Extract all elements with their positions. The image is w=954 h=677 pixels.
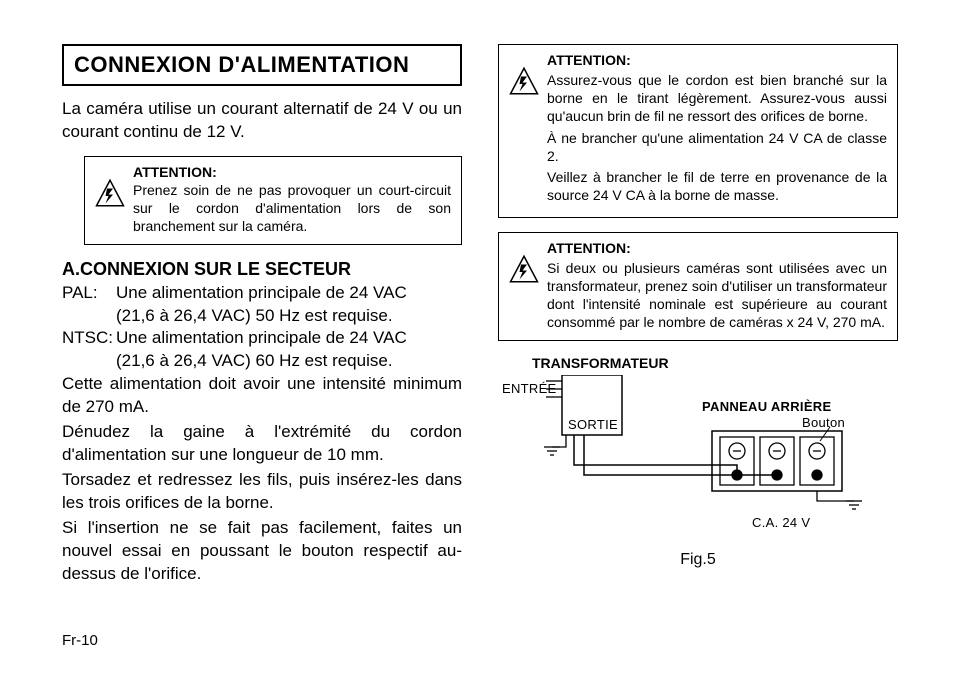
attention-box-1: ATTENTION: Prenez soin de ne pas provoqu…	[84, 156, 462, 245]
left-column: CONNEXION D'ALIMENTATION La caméra utili…	[62, 44, 468, 622]
ntsc-line2: (21,6 à 26,4 VAC) 60 Hz est requise.	[62, 350, 462, 373]
section-a-p2: Dénudez la gaine à l'extrémité du cordon…	[62, 421, 462, 467]
attention-heading: ATTENTION:	[133, 164, 451, 180]
columns: CONNEXION D'ALIMENTATION La caméra utili…	[62, 44, 898, 622]
pal-label: PAL:	[62, 282, 116, 305]
page: CONNEXION D'ALIMENTATION La caméra utili…	[0, 0, 954, 677]
label-sortie: SORTIE	[568, 417, 618, 432]
label-ca24v: C.A. 24 V	[752, 515, 810, 530]
attention-content: ATTENTION: Si deux ou plusieurs caméras …	[547, 240, 887, 332]
attention3-text: Si deux ou plusieurs caméras sont utilis…	[547, 260, 887, 332]
pal-line1: Une alimentation principale de 24 VAC	[116, 282, 407, 305]
attention2-line1: Assurez-vous que le cordon est bien bran…	[547, 72, 887, 126]
attention-box-3: ATTENTION: Si deux ou plusieurs caméras …	[498, 232, 898, 341]
pal-line2: (21,6 à 26,4 VAC) 50 Hz est requise.	[62, 305, 462, 328]
attention-content: ATTENTION: Prenez soin de ne pas provoqu…	[133, 164, 451, 236]
label-entree: ENTRÉE	[502, 381, 557, 396]
attention-heading: ATTENTION:	[547, 52, 887, 70]
attention-box-2: ATTENTION: Assurez-vous que le cordon es…	[498, 44, 898, 218]
intro-paragraph: La caméra utilise un courant alternatif …	[62, 98, 462, 144]
diagram-fig5: ENTRÉE SORTIE PANNEAU ARRIÈRE Bouton C.A…	[502, 375, 862, 545]
ntsc-label: NTSC:	[62, 327, 116, 350]
label-panneau: PANNEAU ARRIÈRE	[702, 399, 831, 414]
attention2-line3: Veillez à brancher le fil de terre en pr…	[547, 169, 887, 205]
section-a-body: PAL: Une alimentation principale de 24 V…	[62, 282, 462, 586]
label-bouton: Bouton	[802, 415, 845, 430]
warning-icon	[509, 66, 539, 209]
right-column: ATTENTION: Assurez-vous que le cordon es…	[492, 44, 898, 622]
section-a-p3: Torsadez et redressez les fils, puis ins…	[62, 469, 462, 515]
transformer-title: TRANSFORMATEUR	[532, 355, 898, 371]
warning-icon	[509, 254, 539, 332]
section-a-title: A.CONNEXION SUR LE SECTEUR	[62, 259, 462, 280]
section-a-p1: Cette alimentation doit avoir une intens…	[62, 373, 462, 419]
attention-text: Prenez soin de ne pas provoquer un court…	[133, 182, 451, 236]
attention2-line2: À ne brancher qu'une alimentation 24 V C…	[547, 130, 887, 166]
warning-icon	[95, 178, 125, 236]
section-a-p4: Si l'insertion ne se fait pas facilement…	[62, 517, 462, 586]
page-footer: Fr-10	[62, 632, 898, 649]
main-title: CONNEXION D'ALIMENTATION	[62, 44, 462, 86]
ntsc-line1: Une alimentation principale de 24 VAC	[116, 327, 407, 350]
figure-caption: Fig.5	[498, 551, 898, 569]
attention-heading: ATTENTION:	[547, 240, 887, 258]
attention-content: ATTENTION: Assurez-vous que le cordon es…	[547, 52, 887, 209]
